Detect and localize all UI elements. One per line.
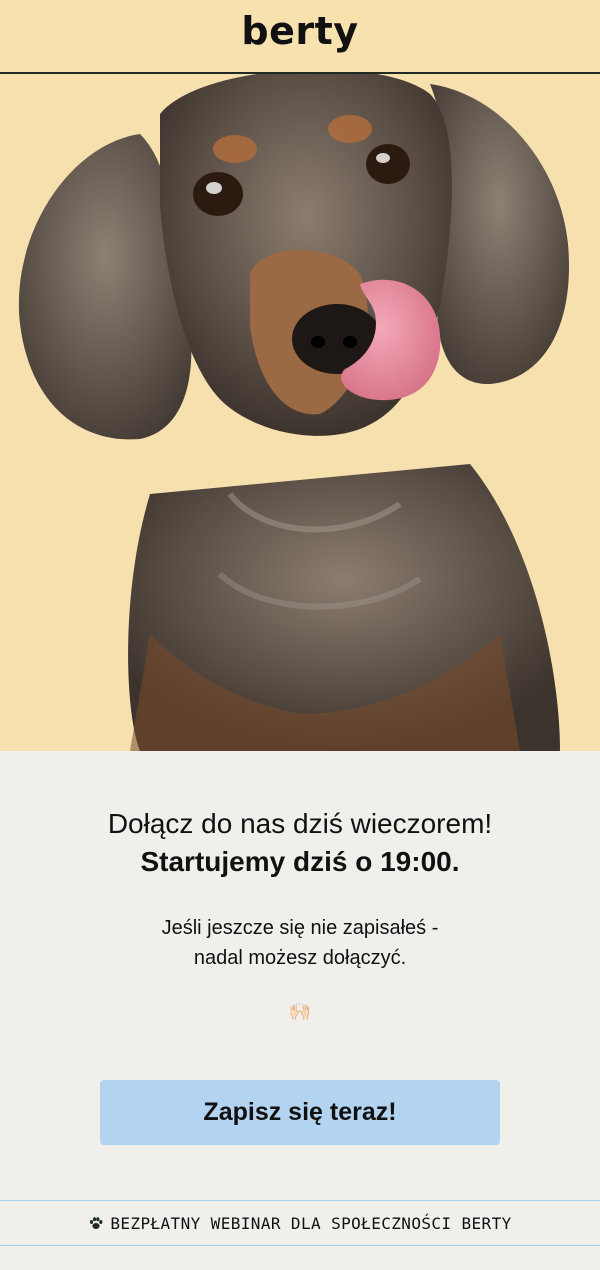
body-line-1: Jeśli jeszcze się nie zapisałeś - bbox=[161, 917, 439, 939]
footer-content: BEZPŁATNY WEBINAR DLA SPOŁECZNOŚCI BERTY bbox=[88, 1214, 511, 1233]
footer-banner: BEZPŁATNY WEBINAR DLA SPOŁECZNOŚCI BERTY bbox=[0, 1200, 600, 1246]
hero-image bbox=[0, 74, 600, 751]
body-line-2: nadal możesz dołączyć. bbox=[193, 947, 407, 969]
footer-text: BEZPŁATNY WEBINAR DLA SPOŁECZNOŚCI BERTY bbox=[110, 1213, 512, 1233]
content-section: Dołącz do nas dziś wieczorem! Startujemy… bbox=[0, 751, 600, 1197]
berty-logo[interactable]: berty bbox=[241, 9, 358, 53]
email-header: berty bbox=[0, 0, 600, 74]
signup-button[interactable]: Zapisz się teraz! bbox=[100, 1080, 500, 1145]
body-text: Jeśli jeszcze się nie zapisałeś - nadal … bbox=[0, 913, 600, 973]
raised-hands-icon: 🙌🏻 bbox=[288, 1001, 312, 1021]
dachshund-illustration bbox=[18, 74, 570, 751]
paw-icon bbox=[90, 1217, 103, 1229]
headline-line-2: Startujemy dziś o 19:00. bbox=[140, 846, 460, 877]
headline-line-1: Dołącz do nas dziś wieczorem! bbox=[107, 808, 493, 839]
